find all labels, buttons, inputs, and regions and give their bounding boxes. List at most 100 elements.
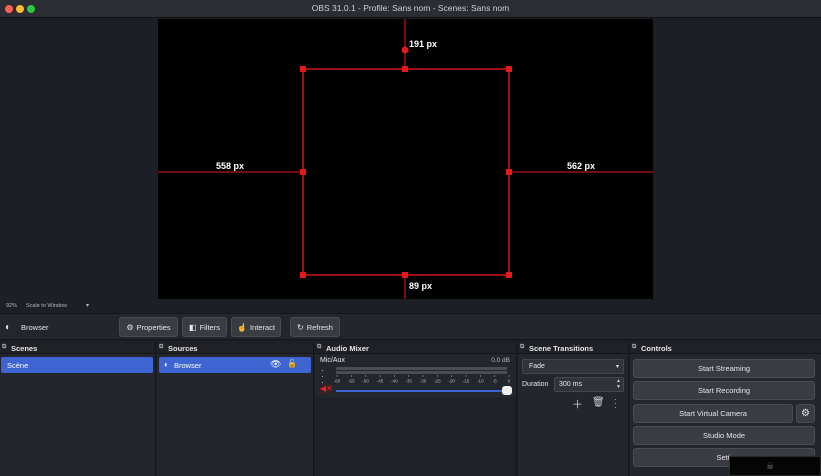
add-transition-icon[interactable]: ＋	[572, 396, 583, 412]
resize-handle-top-left	[300, 66, 306, 72]
start-streaming-button[interactable]: Start Streaming	[633, 359, 815, 378]
meter-tick-label: -60	[334, 379, 341, 384]
transition-value: Fade	[529, 363, 545, 370]
scene-transitions-dock: ⧉ Scene Transitions Fade ▾ Duration 300 …	[518, 342, 629, 476]
chevron-down-icon[interactable]: ▾	[86, 302, 89, 309]
duration-label: Duration	[522, 381, 549, 388]
meter-tick-label: -55	[348, 379, 355, 384]
dock-float-icon[interactable]: ⧉	[2, 344, 6, 351]
sources-list: ◐ Browser 👁 🔓	[157, 354, 313, 476]
filters-icon: ◧	[189, 322, 197, 332]
dock-float-icon[interactable]: ⧉	[317, 344, 321, 351]
browser-source-icon: ◐	[5, 322, 12, 333]
start-virtual-camera-button[interactable]: Start Virtual Camera	[633, 404, 793, 423]
source-guides: 191 px 558 px 562 px 89 px	[158, 19, 653, 299]
meter-tick-label: -10	[477, 379, 484, 384]
resize-handle-top	[402, 66, 408, 72]
refresh-icon: ↻	[297, 322, 304, 332]
meter-tick-label: -30	[420, 379, 427, 384]
mixer-channel-name: Mic/Aux	[320, 357, 345, 364]
unlock-icon[interactable]: 🔓	[287, 359, 297, 368]
mixer-channel-level: 0.0 dB	[491, 357, 510, 364]
title-bar: OBS 31.0.1 - Profile: Sans nom - Scenes:…	[0, 0, 821, 18]
audio-mixer-dock-title: Audio Mixer	[326, 344, 369, 353]
scene-transitions-body: Fade ▾ Duration 300 ms ▲ ▼ ＋ 🗑 · · ·	[518, 354, 628, 476]
zoom-mode-select[interactable]: Scale to Window	[26, 303, 67, 309]
guide-label-top: 191 px	[409, 39, 437, 49]
scenes-dock: ⧉ Scenes Scène	[0, 342, 156, 476]
virtual-camera-settings-button[interactable]: ⚙	[796, 404, 815, 423]
meter-tick-label: -15	[463, 379, 470, 384]
scenes-dock-title: Scenes	[11, 344, 38, 353]
dock-float-icon[interactable]: ⧉	[632, 344, 636, 351]
controls-dock-title: Controls	[641, 344, 672, 353]
volume-slider-track[interactable]	[336, 390, 508, 392]
volume-slider-handle[interactable]	[502, 386, 512, 395]
guide-label-left: 558 px	[216, 161, 244, 171]
preview-zoom-bar: 92% Scale to Window ▾	[0, 301, 821, 312]
resize-handle-bottom	[402, 272, 408, 278]
start-recording-button[interactable]: Start Recording	[633, 381, 815, 400]
eye-icon[interactable]: 👁	[270, 359, 281, 370]
duration-spinbox[interactable]: 300 ms ▲ ▼	[554, 377, 624, 392]
controls-dock-header: ⧉ Controls	[630, 342, 821, 354]
preview-area: 191 px 558 px 562 px 89 px	[0, 19, 821, 301]
sources-dock-title: Sources	[168, 344, 198, 353]
interact-label: Interact	[249, 322, 275, 332]
gear-icon: ⚙	[801, 408, 810, 419]
resize-handle-top-right	[506, 66, 512, 72]
meter-tick-label: -20	[448, 379, 455, 384]
source-toolbar: ◐ Browser ⚙ Properties ◧ Filters ☝ Inter…	[0, 313, 821, 340]
sources-dock-header: ⧉ Sources	[157, 342, 313, 354]
meter-tick-label: -35	[405, 379, 412, 384]
transition-select[interactable]: Fade ▾	[522, 359, 624, 374]
filters-button[interactable]: ◧ Filters	[182, 317, 227, 337]
chevron-down-icon: ▾	[615, 364, 619, 370]
volume-meter-left	[336, 367, 507, 370]
meter-tick-label: -45	[377, 379, 384, 384]
meter-tick-label: -40	[391, 379, 398, 384]
refresh-button[interactable]: ↻ Refresh	[290, 317, 340, 337]
scenes-dock-header: ⧉ Scenes	[0, 342, 155, 354]
source-list-item[interactable]: ◐ Browser 👁 🔓	[159, 357, 311, 373]
mixer-empty-area	[315, 398, 516, 476]
window-title: OBS 31.0.1 - Profile: Sans nom - Scenes:…	[311, 3, 510, 13]
scene-name: Scène	[7, 361, 29, 370]
interact-button[interactable]: ☝ Interact	[231, 317, 281, 337]
trash-icon[interactable]: 🗑	[592, 397, 605, 413]
webcam-thumbnail-overlay: ☠	[729, 456, 821, 476]
speaker-muted-icon[interactable]: ◀✕	[320, 384, 333, 394]
source-bounding-box	[302, 68, 510, 276]
scene-transitions-dock-header: ⧉ Scene Transitions	[518, 342, 628, 354]
hand-pointer-icon: ☝	[237, 322, 247, 332]
resize-handle-left	[300, 169, 306, 175]
volume-meter-right	[336, 371, 507, 374]
source-name: Browser	[174, 361, 202, 370]
studio-mode-button[interactable]: Studio Mode	[633, 426, 815, 445]
kebab-menu-icon[interactable]: · · ·	[614, 396, 617, 414]
gear-icon: ⚙	[126, 322, 134, 332]
meter-tick-label: -25	[434, 379, 441, 384]
spinner-arrows-icon[interactable]: ▲ ▼	[616, 378, 621, 390]
scenes-list: Scène	[0, 354, 155, 476]
meter-tick-label: 0	[508, 379, 511, 384]
mascot-icon: ☠	[766, 461, 775, 471]
meter-tick-label: -50	[362, 379, 369, 384]
scene-list-item[interactable]: Scène	[1, 357, 153, 373]
selected-source-name: Browser	[21, 323, 49, 332]
properties-label: Properties	[136, 322, 171, 332]
meter-scale: -60 -55 -50 -45 -40 -35 -30 -25 -20 -15 -10 -5 0	[334, 375, 511, 384]
scene-transitions-dock-title: Scene Transitions	[529, 344, 594, 353]
filters-label: Filters	[199, 322, 220, 332]
obs-window: OBS 31.0.1 - Profile: Sans nom - Scenes:…	[0, 0, 821, 476]
rotation-handle	[401, 46, 409, 54]
guide-label-right: 562 px	[567, 161, 595, 171]
dock-float-icon[interactable]: ⧉	[159, 344, 163, 351]
resize-handle-right	[506, 169, 512, 175]
refresh-label: Refresh	[306, 322, 333, 332]
dock-float-icon[interactable]: ⧉	[520, 344, 524, 351]
preview-canvas[interactable]: 191 px 558 px 562 px 89 px	[158, 19, 653, 299]
properties-button[interactable]: ⚙ Properties	[119, 317, 178, 337]
audio-mixer-body: Mic/Aux 0.0 dB · · · -60 -55 -50 -45 -40 -35 -30…	[315, 354, 516, 476]
sources-dock: ⧉ Sources ◐ Browser 👁 🔓	[157, 342, 314, 476]
